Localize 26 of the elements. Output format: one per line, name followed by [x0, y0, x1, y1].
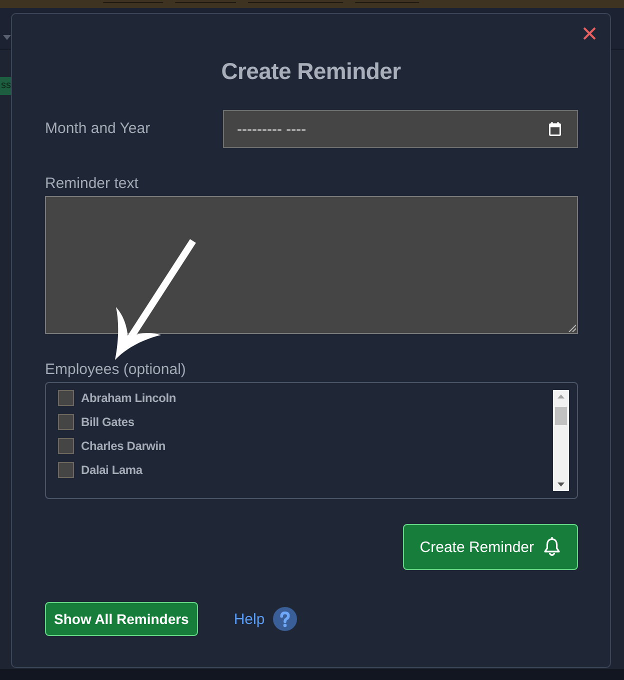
- badge-fragment: ss: [0, 77, 11, 95]
- dialog-title: Create Reminder: [221, 57, 401, 86]
- employee-name[interactable]: Dalai Lama: [81, 463, 142, 477]
- close-icon[interactable]: [583, 27, 596, 40]
- checkbox[interactable]: [58, 414, 74, 430]
- field-label: Employees (optional): [45, 360, 186, 380]
- caret-icon[interactable]: [3, 35, 11, 40]
- field-label: Reminder text: [45, 174, 138, 194]
- employee-name[interactable]: Charles Darwin: [81, 439, 166, 453]
- employee-name[interactable]: Abraham Lincoln: [81, 391, 176, 405]
- field-label: Month and Year: [45, 119, 152, 139]
- month-input-field[interactable]: --------- ----: [223, 110, 578, 148]
- checkbox[interactable]: [58, 438, 74, 454]
- reminder-text-area[interactable]: [45, 196, 578, 334]
- checkbox[interactable]: [58, 390, 74, 406]
- show-all-reminders-button[interactable]: Show All Reminders: [45, 602, 198, 636]
- checkbox[interactable]: [58, 462, 74, 478]
- bell-icon: [543, 537, 561, 557]
- create-reminder-button[interactable]: Create Reminder: [402, 524, 578, 570]
- calendar-icon[interactable]: [549, 122, 561, 136]
- help-link[interactable]: Help: [234, 610, 265, 628]
- scrollbar[interactable]: [553, 390, 569, 491]
- date-placeholder: --------- ----: [237, 120, 306, 138]
- employee-name[interactable]: Bill Gates: [81, 415, 134, 429]
- resize-grip-icon[interactable]: [568, 324, 576, 332]
- help-icon[interactable]: [272, 607, 297, 631]
